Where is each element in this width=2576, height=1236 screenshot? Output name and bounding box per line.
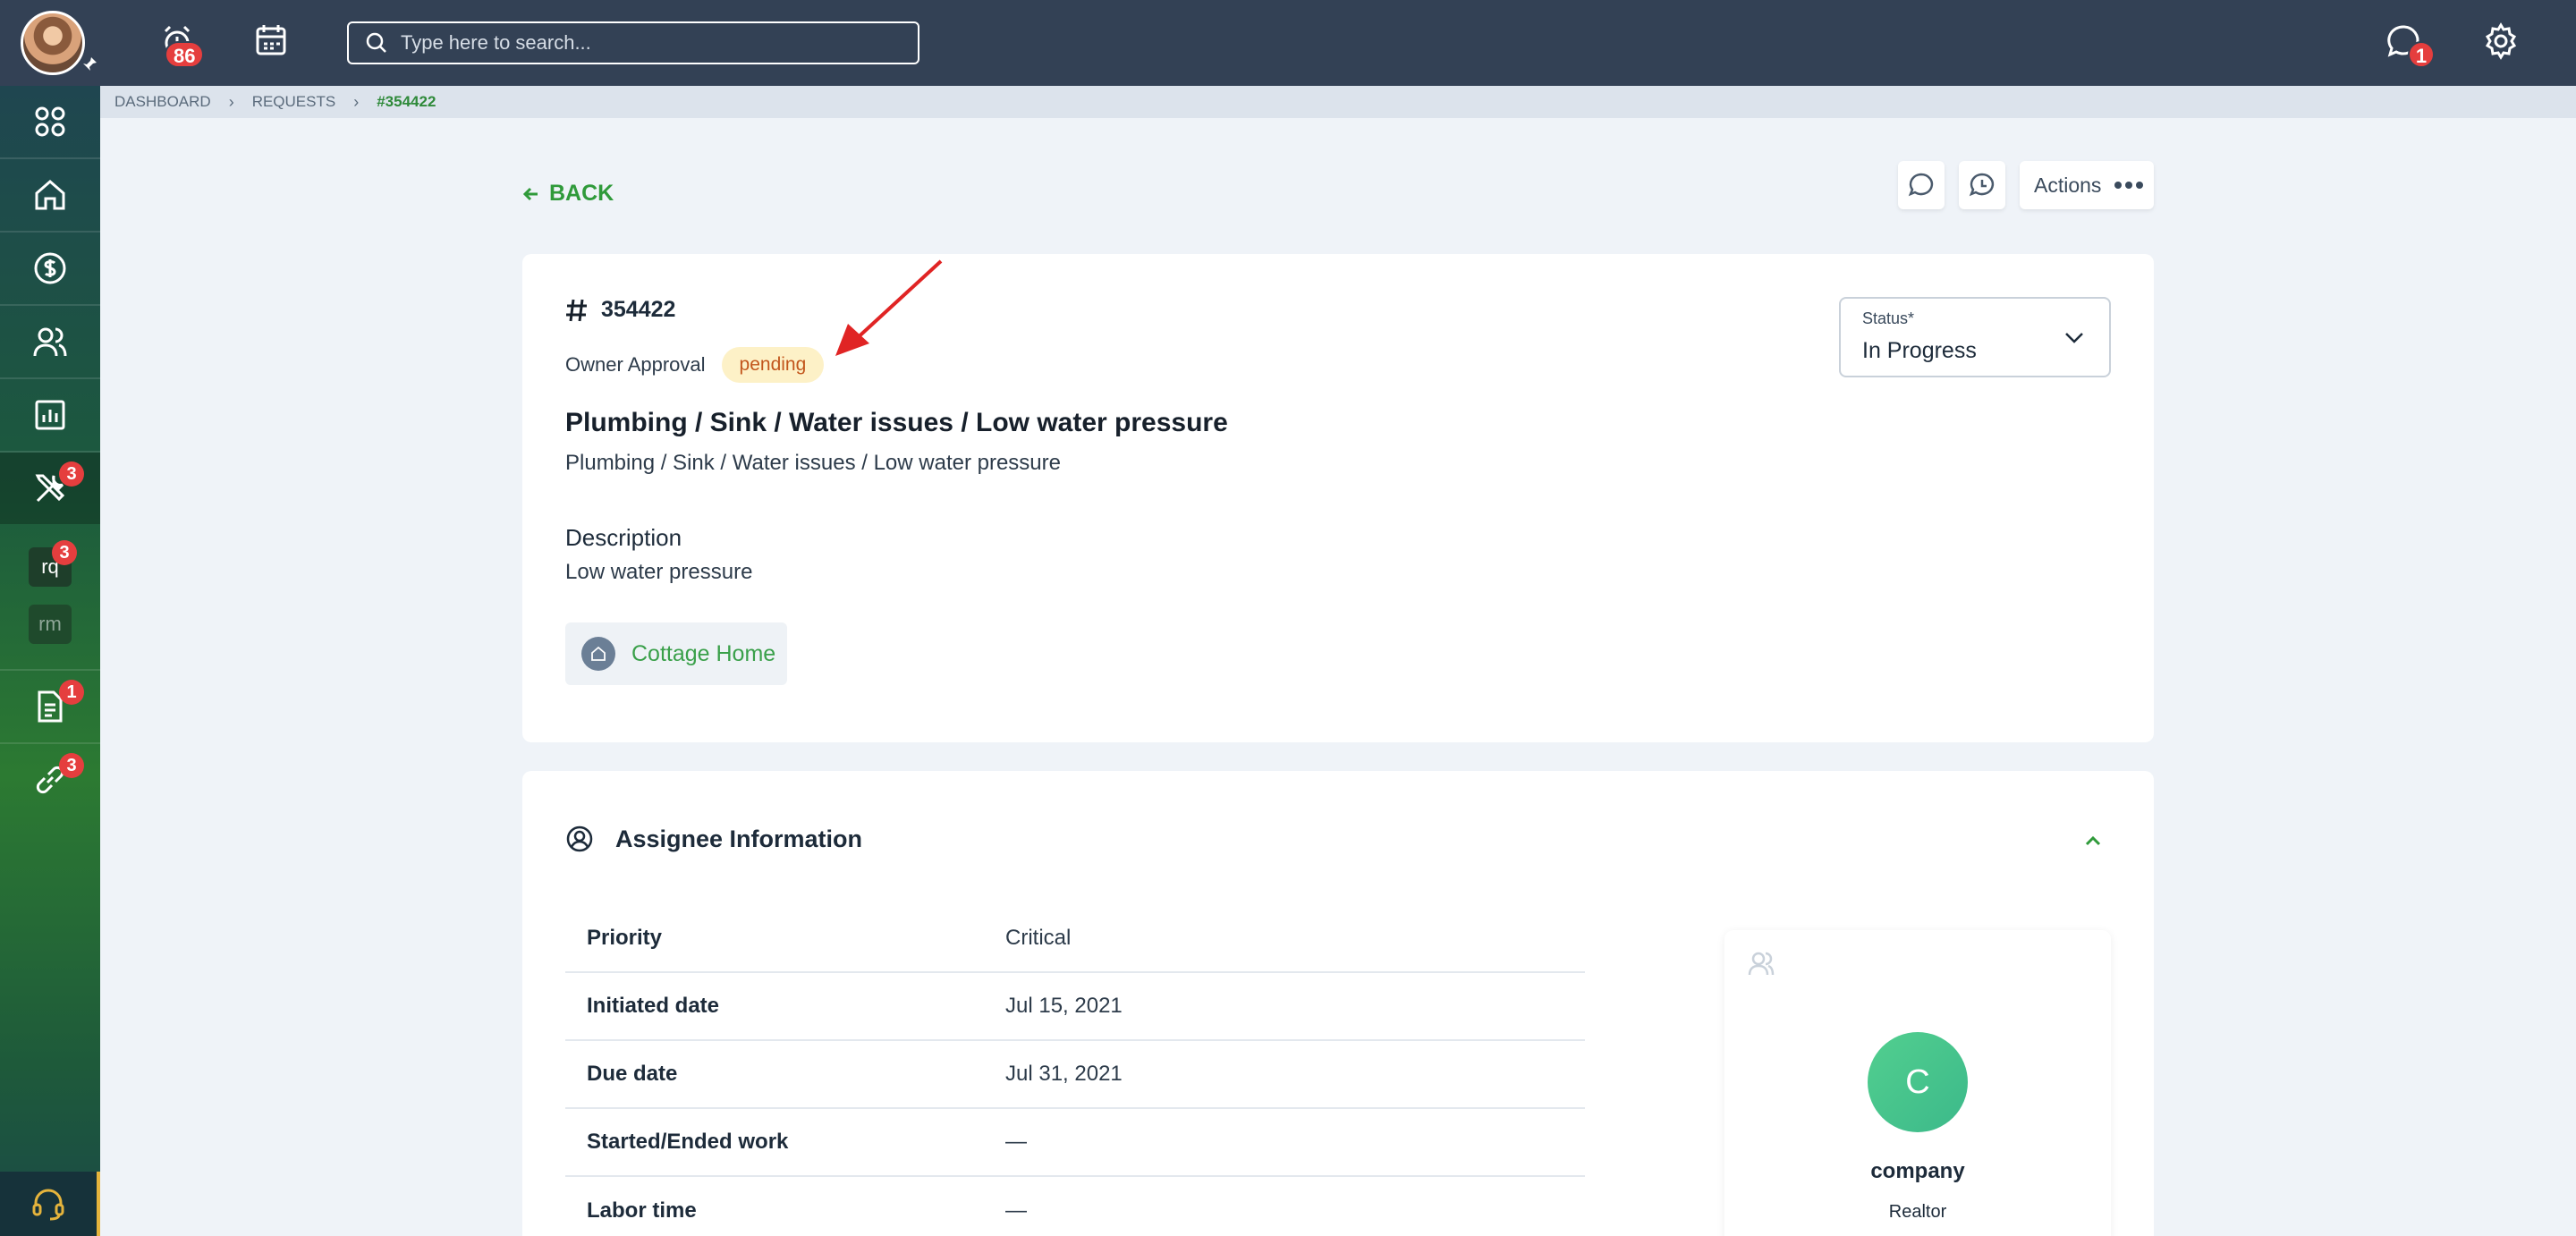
company-role: Realtor (1888, 1202, 1947, 1222)
table-row: Labor time — (565, 1177, 1585, 1236)
company-name: company (1870, 1159, 1965, 1183)
chevron-up-icon[interactable] (2082, 830, 2104, 851)
gear-icon[interactable] (2479, 20, 2522, 63)
breadcrumb-dashboard[interactable]: DASHBOARD (114, 93, 211, 111)
search-input[interactable] (401, 31, 902, 55)
request-id-value: 354422 (601, 297, 676, 322)
assignee-heading: Assignee Information (615, 825, 863, 852)
back-label: BACK (549, 181, 614, 206)
top-bar: 86 1 (0, 0, 2576, 86)
row-key: Priority (587, 926, 663, 950)
row-key: Due date (587, 1062, 678, 1086)
links-badge: 3 (59, 753, 84, 778)
request-id: 354422 (565, 297, 675, 323)
row-value: — (1005, 1198, 1027, 1223)
row-key: Labor time (587, 1198, 697, 1223)
history-icon (1969, 173, 1995, 197)
description-text: Low water pressure (565, 560, 753, 584)
table-row: Started/Ended work — (565, 1109, 1585, 1177)
sidebar-item-maintenance[interactable] (0, 453, 100, 524)
assignee-info-table: Priority Critical Initiated date Jul 15,… (565, 905, 1585, 1236)
status-label: Status* (1862, 309, 1915, 327)
owner-approval-row: Owner Approval pending (565, 347, 825, 383)
pin-icon (83, 57, 97, 71)
documents-badge: 1 (59, 680, 84, 705)
home-icon (581, 637, 615, 671)
sidebar-item-finance[interactable] (0, 233, 100, 304)
status-select[interactable]: Status* In Progress (1839, 297, 2111, 377)
sidebar-item-reports[interactable] (0, 379, 100, 451)
dollar-circle-icon (34, 252, 66, 284)
actions-label: Actions (2034, 173, 2102, 197)
avatar: C (1868, 1032, 1968, 1132)
maintenance-badge: 3 (59, 461, 84, 487)
headset-icon (32, 1189, 64, 1221)
status-badge: pending (721, 347, 825, 383)
assignee-card: Assignee Information Priority Critical I… (522, 771, 2154, 1236)
apps-grid-icon (35, 106, 65, 137)
table-row: Priority Critical (565, 905, 1585, 973)
description-heading: Description (565, 524, 682, 551)
owner-approval-label: Owner Approval (565, 353, 706, 376)
annotation-arrow-icon (835, 259, 943, 356)
table-row: Due date Jul 31, 2021 (565, 1041, 1585, 1109)
user-avatar[interactable] (21, 11, 85, 75)
alerts-count-badge: 86 (165, 41, 205, 68)
history-button[interactable] (1959, 161, 2005, 209)
assignee-header[interactable]: Assignee Information (565, 825, 862, 853)
request-category-path: Plumbing / Sink / Water issues / Low wat… (565, 451, 1061, 475)
row-key: Initiated date (587, 994, 720, 1018)
chevron-right-icon: › (353, 92, 360, 111)
row-value: — (1005, 1130, 1027, 1154)
arrow-left-icon (522, 187, 538, 200)
chevron-down-icon (2065, 333, 2083, 343)
more-dots-icon (2114, 182, 2144, 189)
bar-chart-icon (35, 400, 65, 430)
search-icon (366, 32, 386, 53)
sidebar: 3 rq 3 rm 1 3 (0, 86, 100, 1236)
users-icon (33, 327, 67, 357)
status-value: In Progress (1862, 338, 1977, 363)
breadcrumb: DASHBOARD › REQUESTS › #354422 (100, 86, 2576, 118)
rq-badge: 3 (52, 540, 77, 565)
user-circle-icon (566, 825, 593, 852)
assignee-company-card[interactable]: C company Realtor (1724, 930, 2111, 1236)
chevron-right-icon: › (228, 92, 234, 111)
row-value: Jul 31, 2021 (1005, 1062, 1123, 1086)
sidebar-subitem-rm[interactable]: rm (29, 605, 72, 644)
back-button[interactable]: BACK (522, 181, 614, 207)
sidebar-item-apps[interactable] (0, 86, 100, 157)
hash-icon (566, 299, 587, 321)
breadcrumb-requests[interactable]: REQUESTS (252, 93, 336, 111)
actions-menu-button[interactable]: Actions (2020, 161, 2154, 209)
home-icon (35, 180, 65, 210)
support-button[interactable] (0, 1172, 100, 1236)
sidebar-item-home[interactable] (0, 159, 100, 231)
row-value: Jul 15, 2021 (1005, 994, 1123, 1018)
row-value: Critical (1005, 926, 1072, 950)
messages-count-badge: 1 (2408, 41, 2435, 68)
property-name: Cottage Home (631, 640, 776, 666)
comments-button[interactable] (1898, 161, 1945, 209)
request-details-card: 354422 Owner Approval pending Plumbing /… (522, 254, 2154, 742)
row-key: Started/Ended work (587, 1130, 789, 1154)
comment-icon (1908, 173, 1934, 197)
table-row: Initiated date Jul 15, 2021 (565, 973, 1585, 1041)
property-link[interactable]: Cottage Home (565, 622, 787, 685)
breadcrumb-current: #354422 (377, 93, 436, 110)
request-title: Plumbing / Sink / Water issues / Low wat… (565, 408, 1228, 437)
sidebar-item-documents[interactable] (0, 671, 100, 742)
sidebar-item-people[interactable] (0, 306, 100, 377)
calendar-icon[interactable] (250, 20, 293, 63)
search-bar[interactable] (347, 21, 919, 64)
user-icon (1748, 952, 1775, 976)
sidebar-item-links[interactable] (0, 744, 100, 816)
